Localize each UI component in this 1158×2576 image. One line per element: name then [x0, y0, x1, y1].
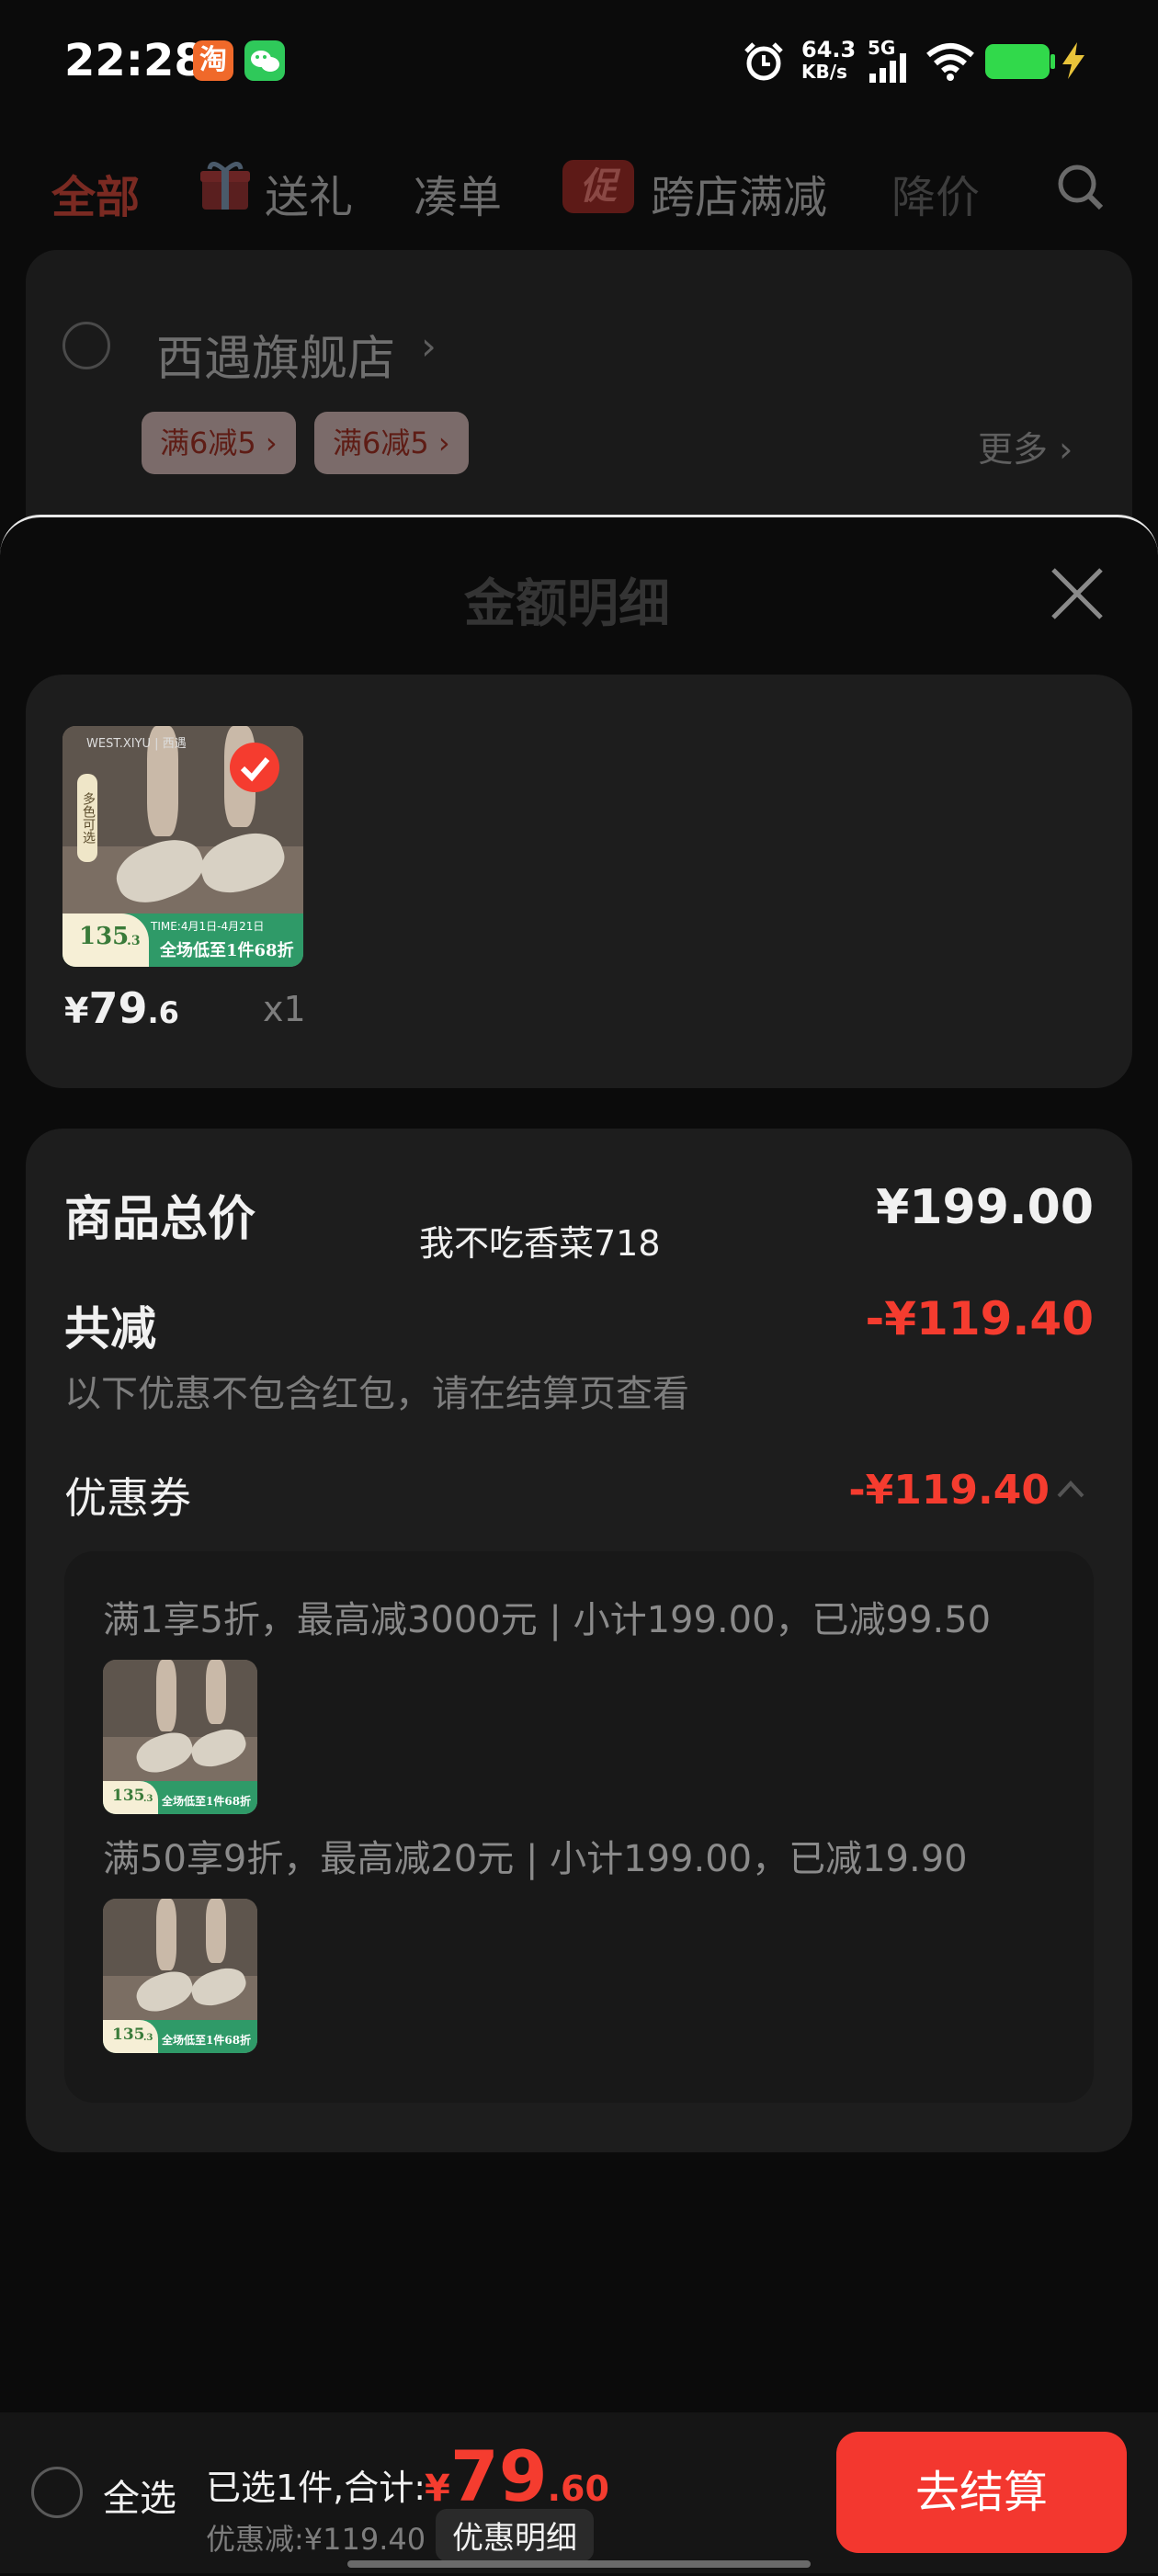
selected-summary: 已选1件,合计: — [206, 2468, 426, 2508]
coupon-1-thumb-banner: 全场低至1件68折 — [162, 1795, 252, 1808]
status-time: 22:28 — [64, 35, 205, 86]
signal-icon — [868, 51, 912, 86]
gift-icon — [199, 158, 252, 215]
discount-value: -¥119.40 — [865, 1292, 1095, 1345]
collapse-chevron-icon[interactable] — [1055, 1476, 1086, 1505]
coupon-label[interactable]: 优惠券 — [64, 1465, 191, 1526]
wifi-icon — [925, 40, 976, 85]
coupon-1-thumb-price: 135 — [112, 1787, 145, 1805]
product-thumb-banner: 全场低至1件68折 — [160, 941, 294, 960]
close-icon[interactable] — [1048, 564, 1107, 627]
product-side-tag: 多色可选 — [77, 774, 97, 862]
store-name[interactable]: 西遇旗舰店 — [156, 320, 395, 389]
coupon-value[interactable]: -¥119.40 — [848, 1467, 1050, 1514]
taobao-app-icon: 淘 — [193, 40, 233, 81]
store-chevron: › — [421, 323, 437, 369]
tab-all[interactable]: 全部 — [51, 161, 140, 225]
coupon-1-thumb-price-small: .3 — [143, 1794, 153, 1804]
store-promo-chip-2[interactable]: 满6减5 › — [314, 412, 469, 474]
store-promo-chip-1[interactable]: 满6减5 › — [142, 412, 296, 474]
total-price-label: 商品总价 — [64, 1192, 256, 1247]
discount-detail-link[interactable]: 优惠明细 — [436, 2509, 594, 2561]
charging-icon — [1057, 40, 1090, 85]
alarm-icon — [741, 39, 787, 88]
home-indicator — [347, 2560, 811, 2568]
tab-price-drop[interactable]: 降价 — [891, 161, 980, 225]
product-thumb-time: TIME:4月1日-4月21日 — [151, 920, 265, 933]
bottom-total: ¥79.60 — [425, 2435, 609, 2517]
tab-gift[interactable]: 送礼 — [265, 161, 353, 225]
coupon-2-thumb-price-small: .3 — [143, 2033, 153, 2043]
coupon-1-thumbnail: 全场低至1件68折 135 .3 — [103, 1660, 257, 1814]
tab-cross-store[interactable]: 跨店满减 — [651, 161, 827, 225]
product-brand-tag: WEST.XIYU | 西遇 — [86, 737, 187, 751]
coupon-2-thumb-banner: 全场低至1件68折 — [162, 2034, 252, 2047]
store-card — [26, 250, 1132, 553]
product-thumb-price: 135 — [79, 923, 130, 950]
store-select-radio[interactable] — [62, 322, 110, 369]
coupon-1-text: 满1享5折，最高减3000元 | 小计199.00，已减99.50 — [103, 1599, 992, 1641]
bottom-discount-text: 优惠减:¥119.40 — [206, 2522, 426, 2557]
discount-label: 共减 — [64, 1302, 156, 1356]
wechat-icon — [244, 40, 285, 81]
tab-combine[interactable]: 凑单 — [414, 161, 502, 225]
network-speed-value: 64.3 — [801, 37, 857, 62]
coupon-2-text: 满50享9折，最高减20元 | 小计199.00，已减19.90 — [103, 1838, 968, 1880]
coupon-2-thumb-price: 135 — [112, 2026, 145, 2044]
watermark-text: 我不吃香菜718 — [419, 1223, 661, 1264]
product-price: ¥79.6 — [64, 983, 179, 1033]
total-price-value: ¥199.00 — [876, 1180, 1094, 1235]
sheet-title: 金额明细 — [464, 574, 670, 634]
search-icon[interactable] — [1055, 162, 1107, 217]
battery-icon — [983, 42, 1057, 85]
promo-badge: 促 — [562, 160, 634, 213]
product-selected-check-icon — [228, 741, 281, 798]
coupon-2-thumbnail: 全场低至1件68折 135 .3 — [103, 1899, 257, 2053]
checkout-button[interactable]: 去结算 — [836, 2432, 1127, 2553]
product-thumb-price-small: .3 — [127, 934, 141, 948]
discount-note: 以下优惠不包含红包，请在结算页查看 — [64, 1373, 689, 1415]
select-all-radio[interactable] — [31, 2467, 83, 2518]
store-more-link[interactable]: 更多 › — [978, 421, 1073, 471]
product-quantity: x1 — [263, 989, 306, 1029]
network-speed-unit: KB/s — [801, 61, 847, 83]
select-all-label[interactable]: 全选 — [103, 2468, 176, 2522]
